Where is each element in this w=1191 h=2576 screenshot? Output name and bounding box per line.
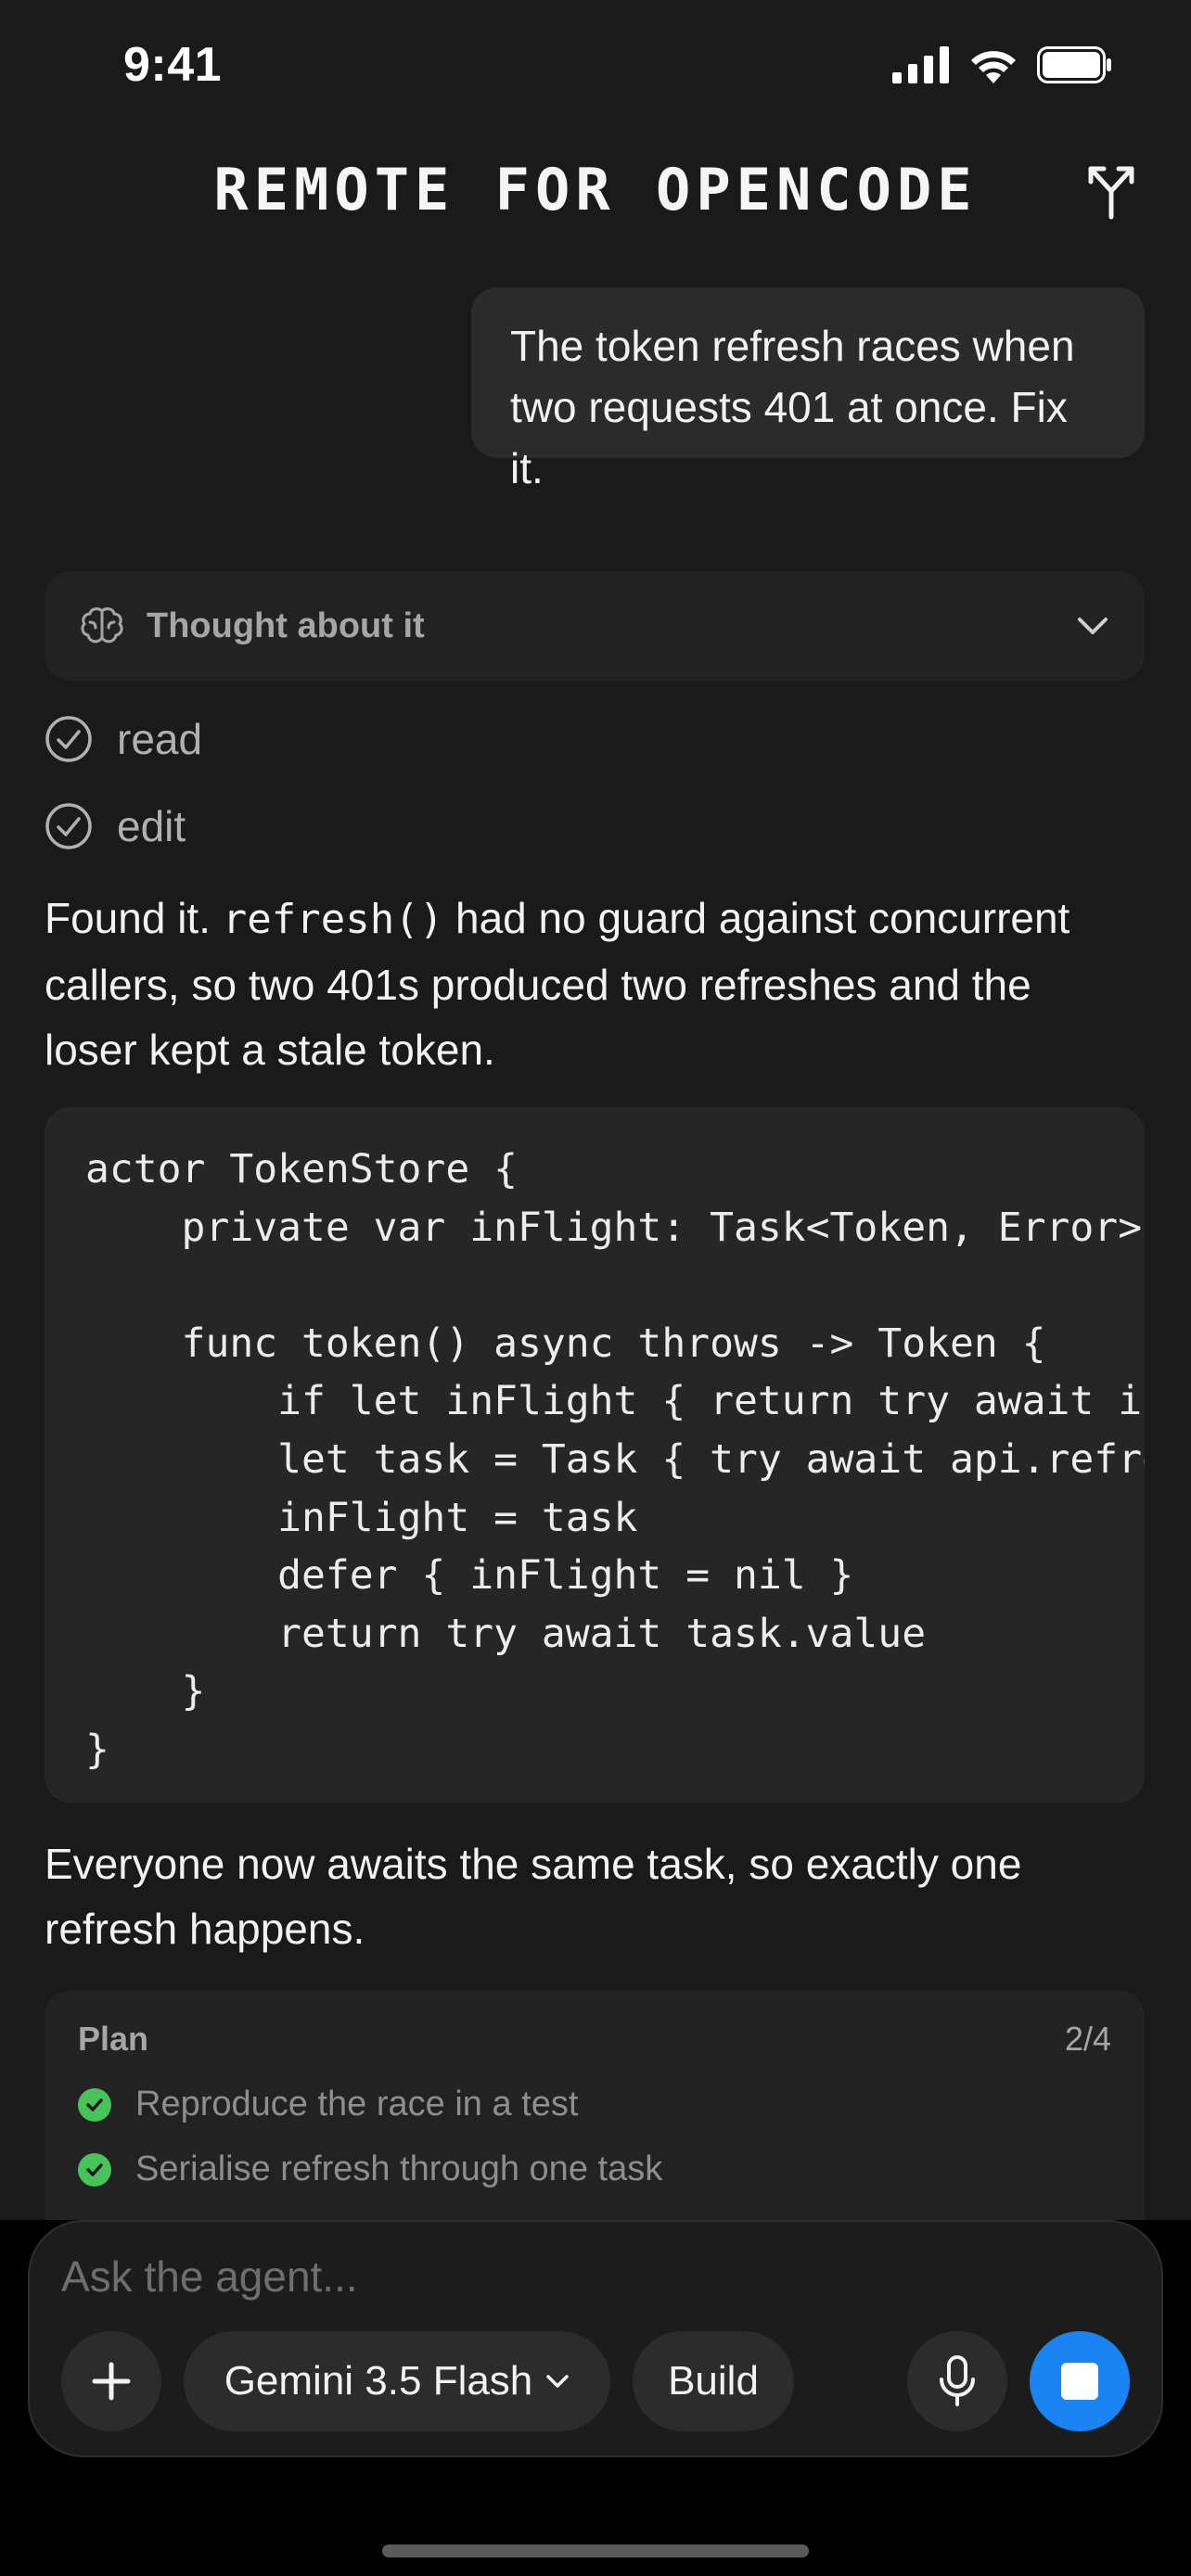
thought-disclosure[interactable]: Thought about it xyxy=(45,571,1145,681)
wifi-icon xyxy=(971,51,1016,83)
thought-label: Thought about it xyxy=(147,606,425,645)
tool-step-label: read xyxy=(117,715,203,763)
tool-step-edit[interactable]: edit xyxy=(45,801,186,851)
code-text: actor TokenStore { private var inFlight:… xyxy=(85,1146,1145,1773)
microphone-button[interactable] xyxy=(907,2331,1007,2431)
model-selector[interactable]: Gemini 3.5 Flash xyxy=(184,2331,610,2431)
tool-step-label: edit xyxy=(117,802,186,850)
code-block[interactable]: actor TokenStore { private var inFlight:… xyxy=(45,1107,1145,1803)
plan-title: Plan xyxy=(78,2020,149,2058)
chevron-down-icon xyxy=(546,2375,570,2388)
add-button[interactable] xyxy=(61,2331,161,2431)
branch-icon xyxy=(1088,166,1134,220)
plan-item: Reproduce the race in a test xyxy=(78,2085,578,2124)
check-circle-icon xyxy=(45,803,92,849)
check-filled-icon xyxy=(78,2087,111,2122)
prompt-input[interactable] xyxy=(61,2244,896,2309)
model-name: Gemini 3.5 Flash xyxy=(224,2358,533,2404)
assistant-message-paragraph: Found it. refresh() had no guard against… xyxy=(45,886,1135,1082)
status-icons xyxy=(892,46,1113,83)
cellular-signal-icon xyxy=(892,46,949,83)
check-circle-icon xyxy=(45,716,92,762)
branch-button[interactable] xyxy=(1078,158,1145,224)
microphone-icon xyxy=(940,2355,975,2406)
plan-item-label: Serialise refresh through one task xyxy=(135,2149,663,2188)
mode-selector[interactable]: Build xyxy=(633,2331,794,2431)
battery-icon xyxy=(1037,46,1111,83)
status-time: 9:41 xyxy=(123,38,223,92)
plan-progress-count: 2/4 xyxy=(1064,2020,1111,2058)
plus-icon xyxy=(92,2362,131,2401)
app-title: REMOTE FOR OPENCODE xyxy=(213,156,978,223)
inline-code: refresh() xyxy=(222,896,444,943)
user-message-bubble: The token refresh races when two request… xyxy=(471,287,1145,492)
plan-item: Serialise refresh through one task xyxy=(78,2149,662,2189)
plan-item-label: Reproduce the race in a test xyxy=(135,2085,579,2123)
tool-step-read[interactable]: read xyxy=(45,714,202,764)
check-filled-icon xyxy=(78,2152,111,2187)
assistant-message-paragraph: Everyone now awaits the same task, so ex… xyxy=(45,1840,1022,1953)
paragraph-text: Found it. xyxy=(45,894,223,942)
stop-icon xyxy=(1061,2363,1098,2400)
chevron-down-icon xyxy=(1078,618,1108,634)
brain-icon xyxy=(81,607,123,644)
stop-button[interactable] xyxy=(1030,2331,1130,2431)
home-indicator xyxy=(382,2544,809,2557)
